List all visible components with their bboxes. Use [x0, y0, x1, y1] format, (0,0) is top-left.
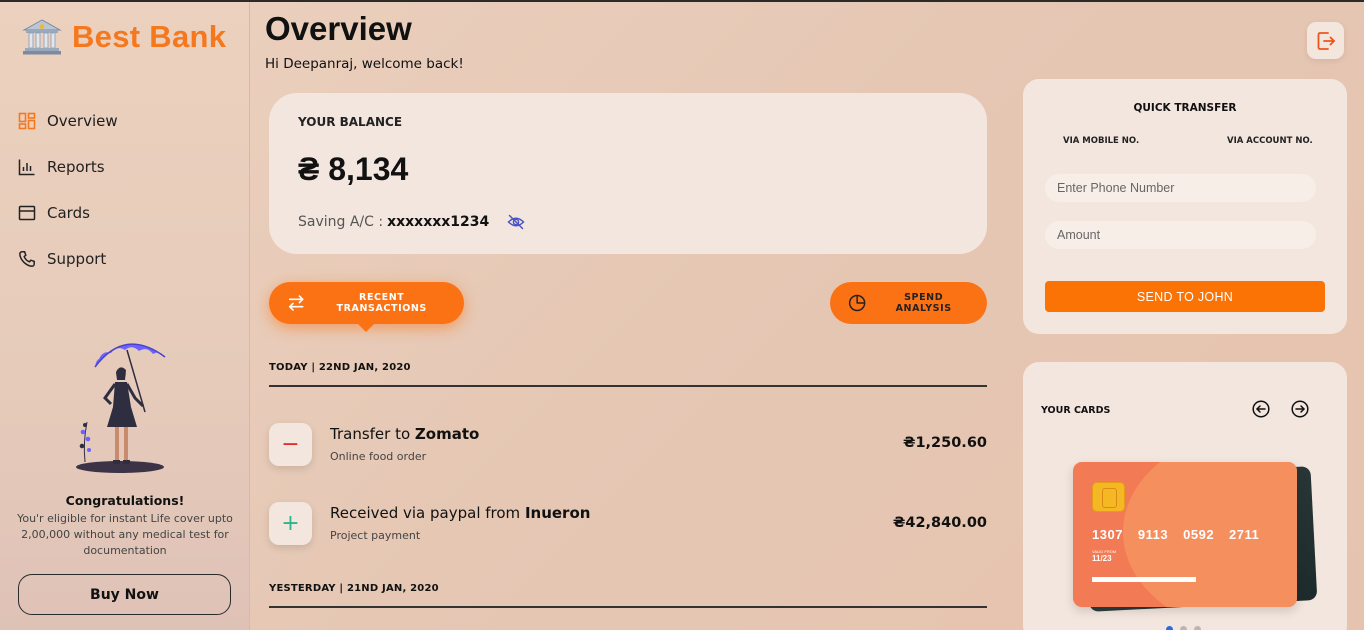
sidebar-item-label: Overview	[47, 112, 118, 130]
welcome-text: Hi Deepanraj, welcome back!	[265, 56, 464, 72]
recent-transactions-button[interactable]: RECENT TRANSACTIONS	[269, 282, 464, 332]
sidebar-item-cards[interactable]: Cards	[18, 190, 118, 236]
account-number: xxxxxxx1234	[387, 214, 490, 230]
transaction-amount: ₴1,250.60	[902, 435, 987, 451]
cards-title: YOUR CARDS	[1041, 405, 1111, 416]
chip-icon	[1092, 482, 1125, 512]
page-title: Overview	[265, 10, 412, 47]
transaction-prefix: Received via paypal from	[330, 504, 525, 522]
spend-analysis-label: SPEND ANALYSIS	[895, 292, 952, 314]
transaction-amount: ₴42,840.00	[892, 515, 987, 531]
debit-icon-button[interactable]: −	[269, 423, 312, 466]
quick-transfer-panel: QUICK TRANSFER VIA MOBILE NO. VIA ACCOUN…	[1023, 79, 1347, 334]
buy-now-button[interactable]: Buy Now	[18, 574, 231, 615]
transaction-party: Zomato	[414, 425, 480, 443]
card-number-group: 0592	[1183, 527, 1215, 542]
bank-card[interactable]: 1307 9113 0592 2711 VALID FROM 11/23	[1073, 462, 1297, 607]
card-number-group: 2711	[1229, 527, 1260, 542]
carousel-dots	[1166, 626, 1201, 630]
account-label: Saving A/C :	[298, 214, 384, 230]
divider	[269, 385, 987, 387]
balance-card: YOUR BALANCE ₴ 8,134 Saving A/C : xxxxxx…	[269, 93, 987, 254]
card-valid-date: 11/23	[1092, 554, 1112, 563]
sidebar-item-label: Cards	[47, 204, 90, 222]
eye-off-icon[interactable]	[507, 213, 525, 231]
carousel-dot[interactable]	[1194, 626, 1201, 630]
minus-icon: −	[281, 432, 300, 457]
account-info: Saving A/C : xxxxxxx1234	[298, 213, 525, 231]
transaction-title: Transfer to Zomato	[330, 425, 479, 443]
tab-mobile[interactable]: VIA MOBILE NO.	[1063, 136, 1139, 146]
card-number-group: 1307	[1092, 527, 1123, 542]
sidebar-item-support[interactable]: Support	[18, 236, 118, 282]
plus-icon: +	[281, 511, 300, 536]
day-heading: YESTERDAY | 21ND JAN, 2020	[269, 583, 439, 594]
pie-chart-icon	[848, 294, 866, 312]
promo-title: Congratulations!	[65, 493, 185, 508]
spend-analysis-button[interactable]: SPEND ANALYSIS	[830, 282, 987, 324]
swap-arrows-icon	[288, 295, 304, 311]
day-heading: TODAY | 22ND JAN, 2020	[269, 362, 411, 373]
transaction-prefix: Transfer to	[330, 425, 415, 443]
sidebar: Best Bank Overview Reports Cards Support…	[0, 2, 250, 630]
card-name-bar	[1092, 577, 1196, 582]
card-number: 1307 9113 0592 2711	[1092, 527, 1259, 542]
dashboard-icon	[18, 112, 36, 130]
sidebar-nav: Overview Reports Cards Support	[18, 98, 118, 282]
tab-account[interactable]: VIA ACCOUNT NO.	[1227, 136, 1313, 146]
bank-building-icon	[22, 19, 62, 55]
balance-label: YOUR BALANCE	[298, 115, 403, 129]
brand-name: Best Bank	[72, 19, 227, 54]
credit-icon-button[interactable]: +	[269, 502, 312, 545]
sidebar-item-label: Reports	[47, 158, 105, 176]
transaction-note: Online food order	[330, 450, 427, 463]
card-number-group: 9113	[1137, 527, 1169, 542]
card-icon	[18, 205, 36, 221]
transaction-party: Inueron	[524, 504, 591, 522]
bar-chart-icon	[18, 159, 35, 176]
carousel-dot[interactable]	[1166, 626, 1173, 630]
sidebar-item-reports[interactable]: Reports	[18, 144, 118, 190]
divider	[269, 606, 987, 608]
send-button[interactable]: SEND TO JOHN	[1045, 281, 1325, 312]
amount-input[interactable]	[1045, 221, 1316, 249]
carousel-dot[interactable]	[1180, 626, 1187, 630]
logout-button[interactable]	[1307, 22, 1344, 59]
quick-transfer-title: QUICK TRANSFER	[1133, 102, 1237, 114]
transaction-note: Project payment	[330, 529, 421, 542]
logout-icon	[1317, 31, 1335, 50]
brand[interactable]: Best Bank	[22, 18, 226, 56]
sidebar-item-label: Support	[47, 250, 107, 268]
promo-text: You'r eligible for instant Life cover up…	[17, 512, 233, 557]
recent-transactions-label: RECENT TRANSACTIONS	[336, 292, 427, 314]
sidebar-item-overview[interactable]: Overview	[18, 98, 118, 144]
arrow-left-icon[interactable]	[1252, 400, 1270, 418]
umbrella-woman-illustration	[76, 343, 166, 473]
promo-panel: Congratulations! You'r eligible for inst…	[16, 332, 234, 559]
arrow-right-icon[interactable]	[1291, 400, 1309, 418]
phone-input[interactable]	[1045, 174, 1316, 202]
phone-icon	[19, 251, 35, 267]
transaction-title: Received via paypal from Inueron	[330, 504, 590, 522]
balance-amount: ₴ 8,134	[298, 151, 409, 187]
